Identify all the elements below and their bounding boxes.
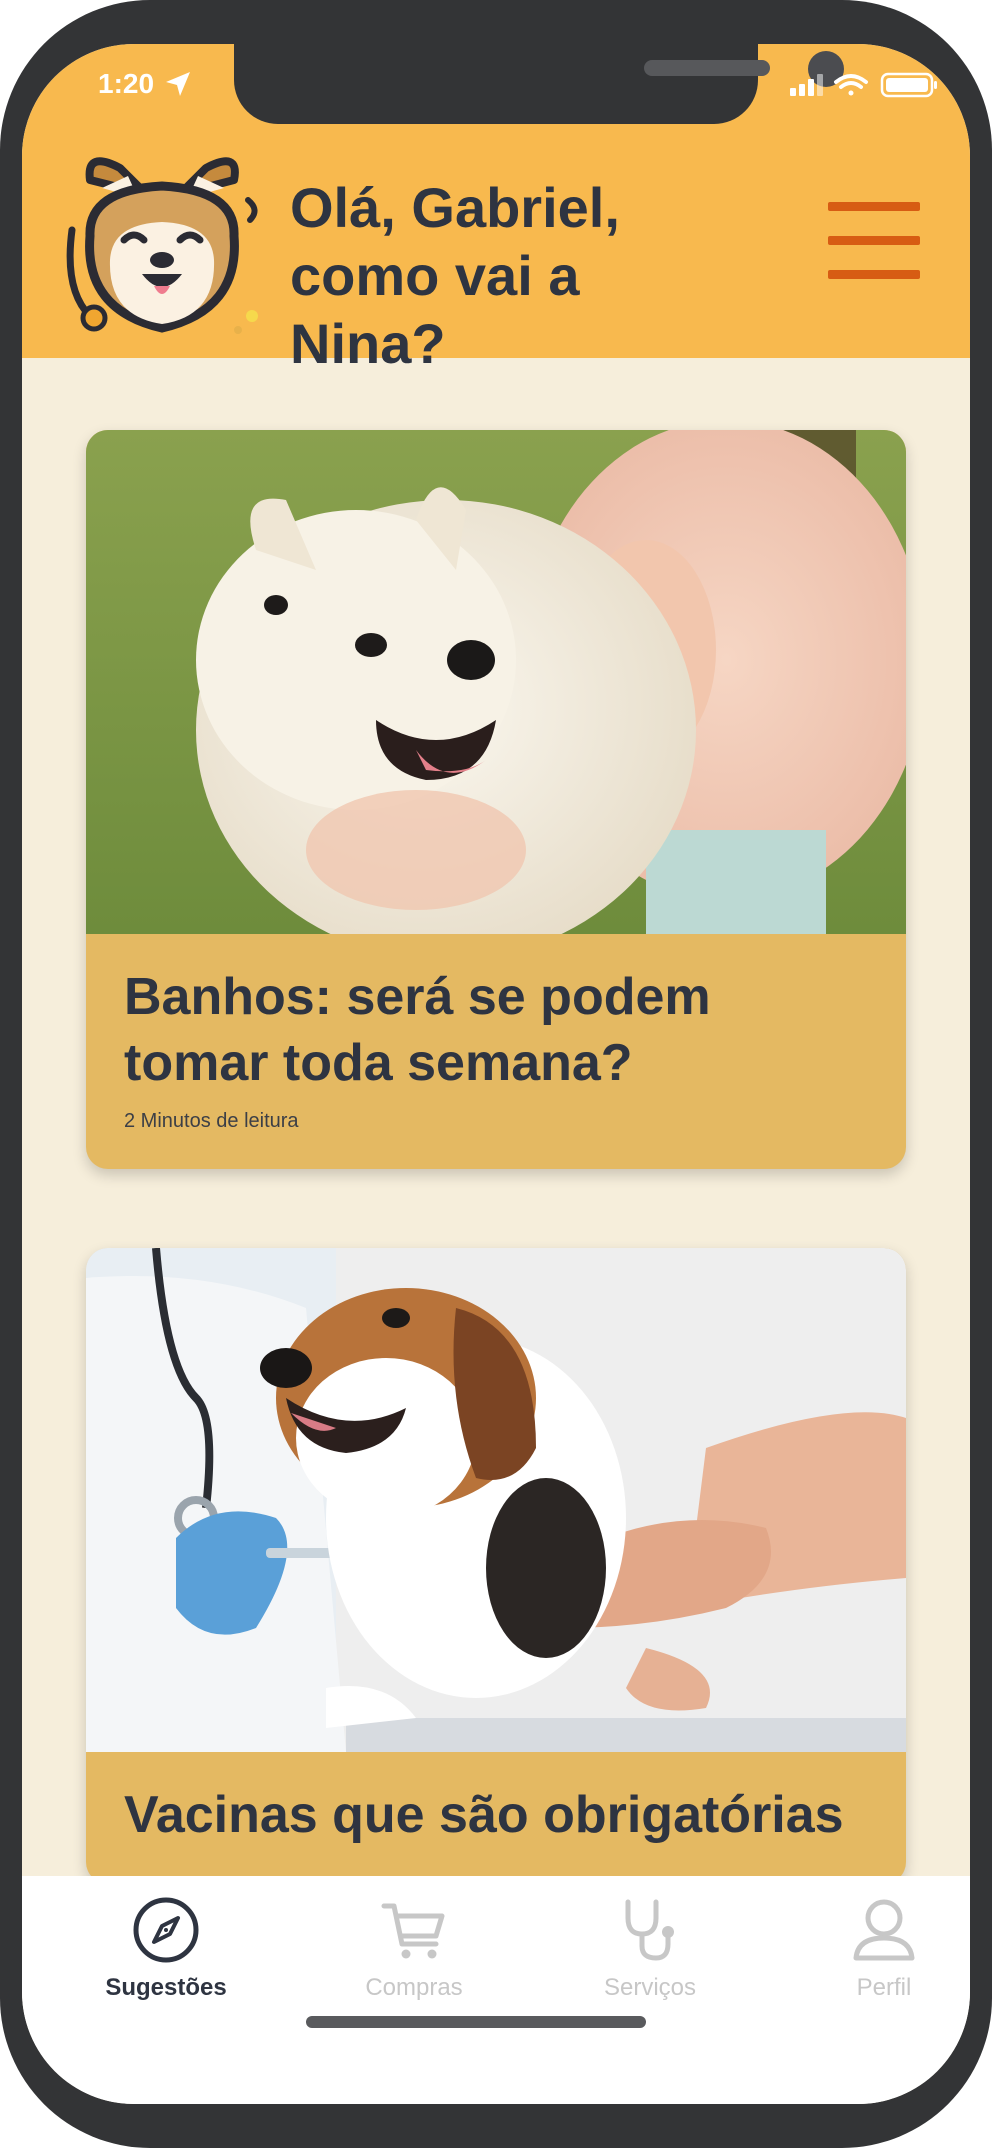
article-card-vaccines[interactable]: Vacinas que são obrigatórias [86, 1248, 906, 1884]
cart-icon [381, 1903, 445, 1959]
stethoscope-icon [625, 1899, 674, 1961]
article-image-vaccines [86, 1248, 906, 1752]
greeting-text: Olá, Gabriel, como vai a Nina? [290, 174, 710, 378]
tab-label: Serviços [603, 1974, 697, 2001]
article-read-time: 2 Minutos de leitura [124, 1110, 299, 1132]
location-arrow-icon [166, 72, 190, 96]
tab-label: Sugestões [105, 1974, 227, 2001]
status-time: 1:20 [98, 68, 155, 99]
compass-icon [133, 1897, 199, 1963]
article-body: Vacinas que são obrigatórias [86, 1752, 906, 1884]
article-title: Vacinas que são obrigatórias [124, 1786, 844, 1844]
status-bar: 1:20 [22, 44, 970, 144]
tab-label: Perfil [856, 1974, 912, 2001]
signal-icon [790, 74, 823, 96]
tab-servicos[interactable]: Serviços [550, 1894, 750, 2012]
speaker-grille [644, 60, 770, 76]
phone-frame: Olá, Gabriel, como vai a Nina? 1:20 Banh… [0, 0, 992, 2148]
tab-label: Compras [365, 1974, 463, 2001]
status-icons [790, 72, 937, 98]
hamburger-menu-button[interactable] [828, 202, 924, 292]
app-screen: Olá, Gabriel, como vai a Nina? 1:20 Banh… [22, 44, 970, 2104]
dog-logo [66, 157, 258, 334]
bottom-tab-bar: Sugestões Compras Serviços Perfil [22, 1876, 970, 2104]
tab-sugestoes[interactable]: Sugestões [66, 1894, 266, 2012]
article-image-bath [86, 430, 906, 934]
menu-icon [828, 202, 920, 211]
device-notch [234, 44, 844, 124]
wifi-icon [834, 74, 868, 96]
battery-icon [880, 72, 937, 98]
article-body: Banhos: será se podem tomar toda semana?… [86, 934, 906, 1169]
tab-perfil[interactable]: Perfil [784, 1894, 970, 2012]
user-icon [853, 1899, 915, 1961]
article-title: Banhos: será se podem tomar toda semana? [124, 968, 711, 1092]
home-indicator[interactable] [306, 2016, 646, 2028]
article-card-bath[interactable]: Banhos: será se podem tomar toda semana?… [86, 430, 906, 1169]
tab-compras[interactable]: Compras [314, 1894, 514, 2012]
greeting-line-1: Olá, Gabriel, [290, 176, 620, 239]
articles-feed[interactable]: Banhos: será se podem tomar toda semana?… [22, 358, 970, 1928]
